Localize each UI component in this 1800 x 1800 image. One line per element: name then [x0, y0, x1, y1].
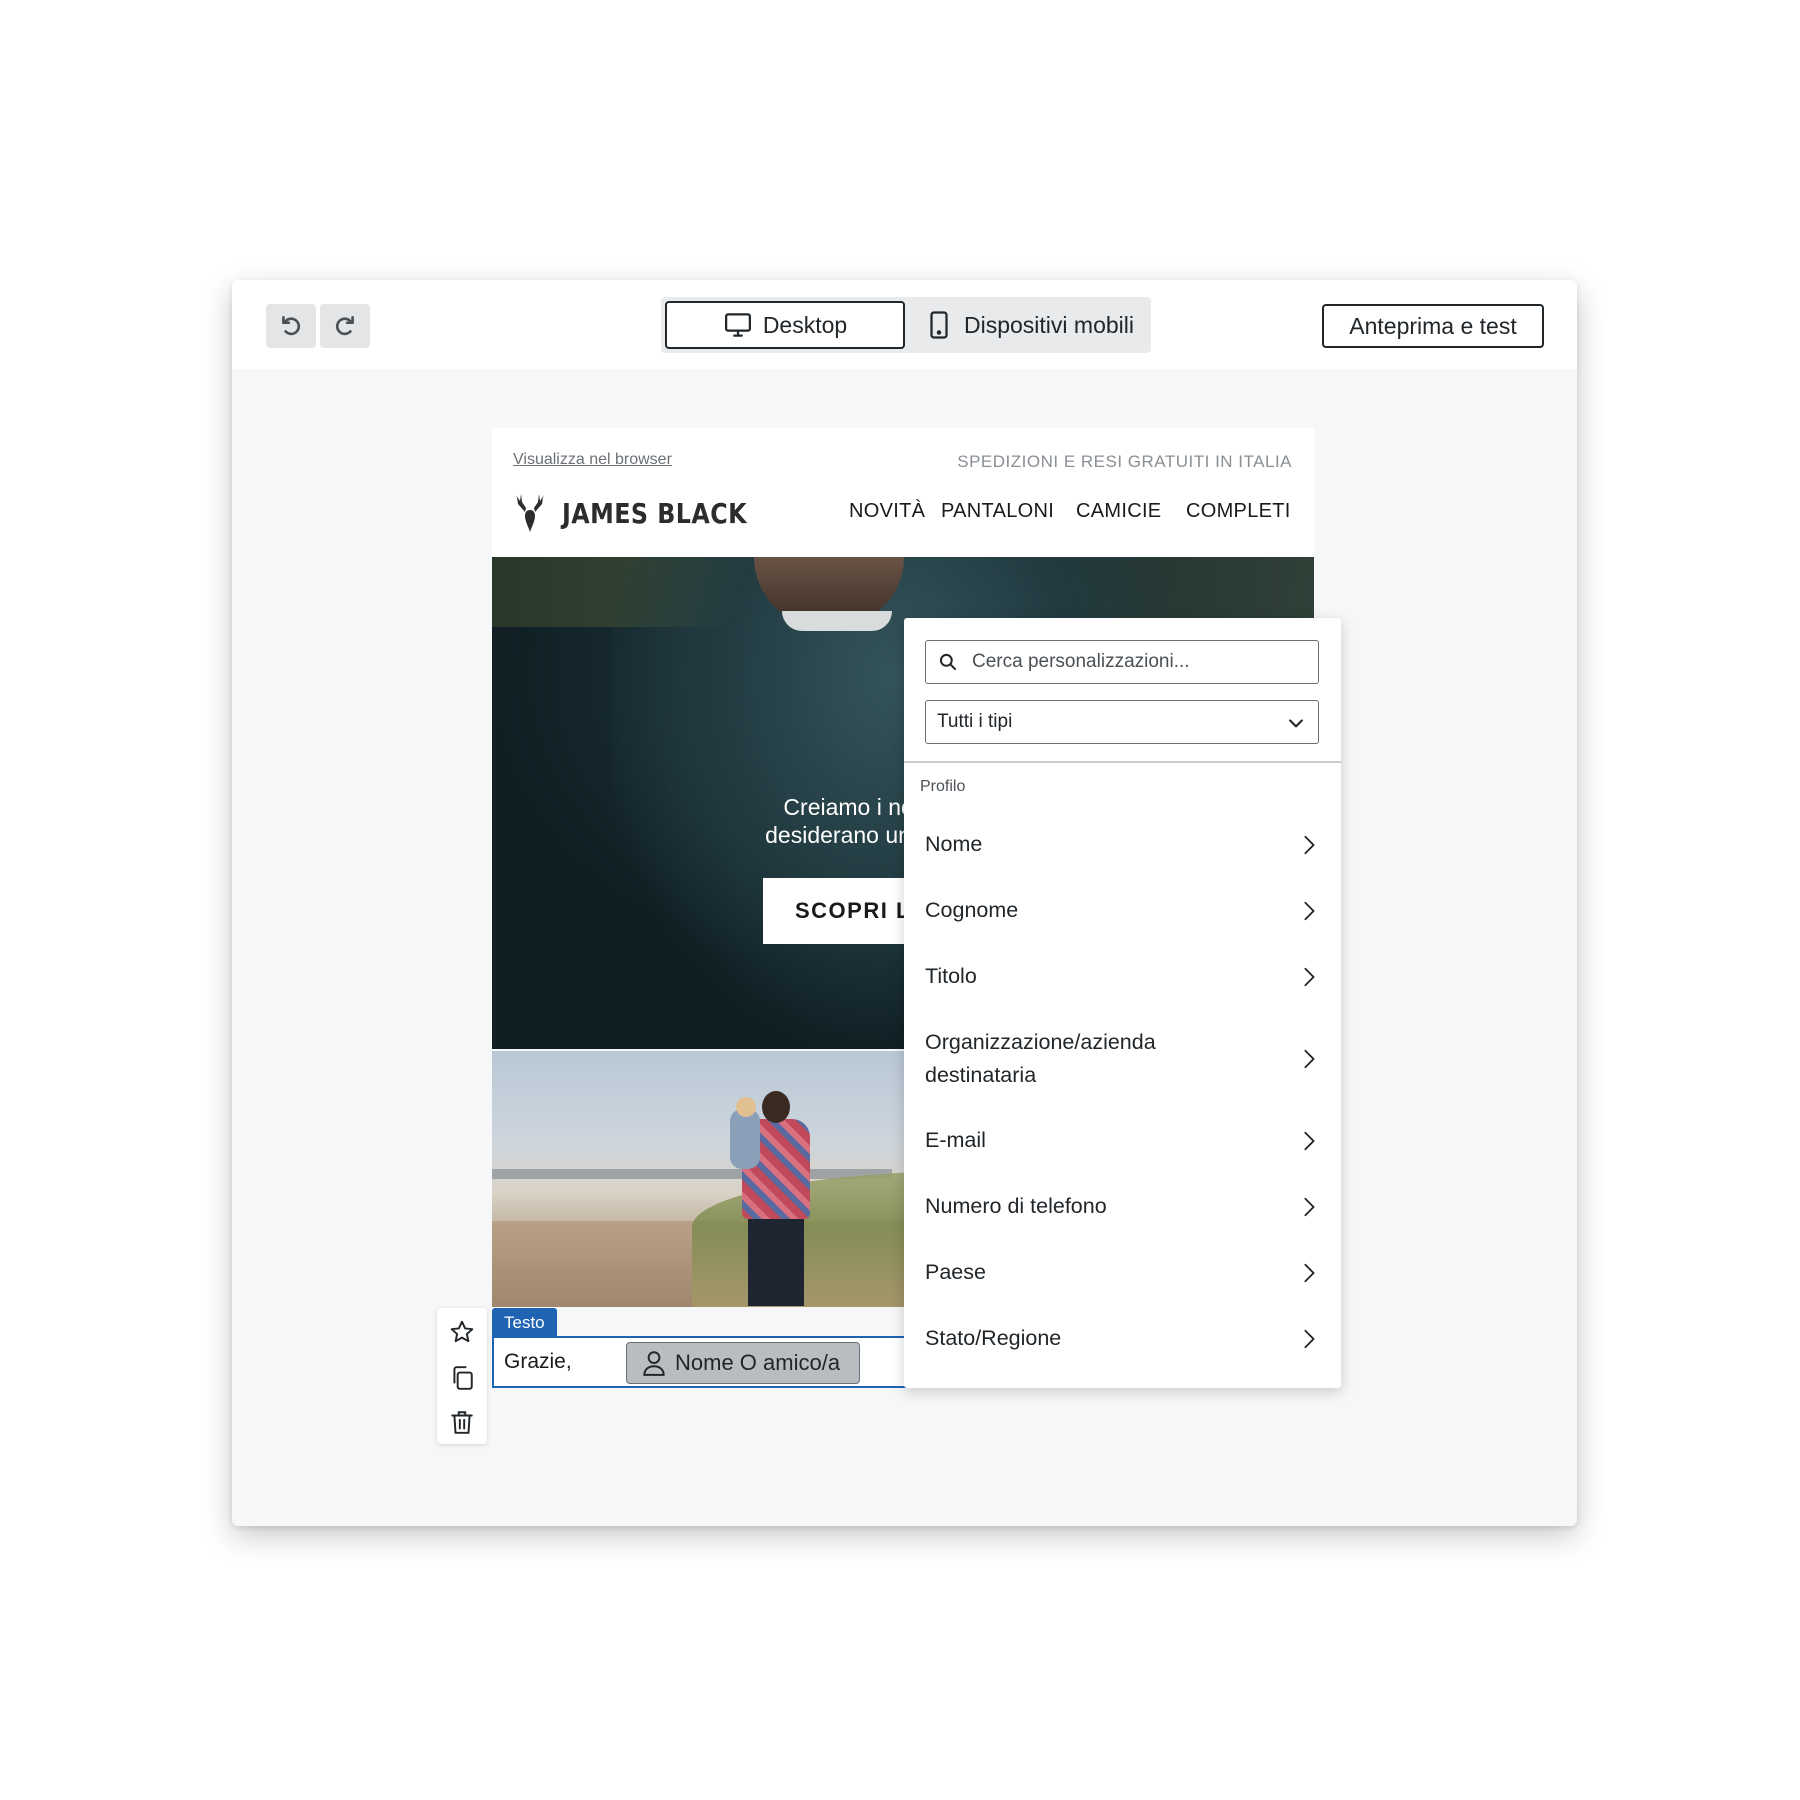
- type-filter-select[interactable]: Tutti i tipi: [925, 700, 1319, 744]
- merge-tag-label: Nome O amico/a: [675, 1350, 841, 1375]
- personalization-item-paese[interactable]: Paese: [925, 1256, 1320, 1289]
- merge-tag-chip[interactable]: Nome O amico/a: [626, 1342, 860, 1384]
- mobile-icon: [930, 311, 948, 339]
- block-actions-toolbar: [437, 1308, 487, 1444]
- view-in-browser-link[interactable]: Visualizza nel browser: [513, 451, 672, 469]
- chevron-right-icon: [1304, 1049, 1315, 1069]
- personalization-item-label: Organizzazione/azienda destinataria: [925, 1030, 1156, 1087]
- block-type-tag: Testo: [492, 1308, 557, 1338]
- desktop-view-button[interactable]: Desktop: [665, 301, 905, 349]
- selected-text-block[interactable]: Grazie, Nome O amico/a: [492, 1336, 922, 1388]
- hero-shirt-collar: [782, 611, 892, 631]
- undo-icon: [282, 316, 301, 336]
- desktop-icon: [724, 313, 751, 337]
- search-icon: [939, 653, 957, 671]
- shipping-note: SPEDIZIONI E RESI GRATUITI IN ITALIA: [957, 452, 1292, 471]
- photo-child-head: [736, 1097, 756, 1117]
- trash-icon: [451, 1411, 473, 1434]
- chevron-right-icon: [1304, 967, 1315, 986]
- chevron-right-icon: [1304, 901, 1315, 920]
- nav-item-camicie[interactable]: CAMICIE: [1076, 500, 1161, 523]
- personalization-item-label: Nome: [925, 832, 983, 856]
- nav-item-novita[interactable]: NOVITÀ: [849, 500, 925, 523]
- personalization-item-stato-regione[interactable]: Stato/Regione: [925, 1322, 1320, 1355]
- stag-icon: [516, 494, 544, 532]
- redo-button[interactable]: [320, 304, 370, 348]
- photo-child: [730, 1109, 760, 1169]
- view-mode-toggle: Desktop Dispositivi mobili: [661, 297, 1151, 353]
- email-editor-window: Desktop Dispositivi mobili Anteprima e t…: [232, 280, 1577, 1526]
- personalization-item-label: Stato/Regione: [925, 1326, 1062, 1350]
- personalization-search-input[interactable]: [972, 651, 1302, 673]
- mobile-view-button[interactable]: Dispositivi mobili: [911, 301, 1147, 349]
- preview-and-test-button[interactable]: Anteprima e test: [1322, 304, 1544, 348]
- chevron-right-icon: [1304, 1131, 1315, 1150]
- personalization-item-cognome[interactable]: Cognome: [925, 894, 1320, 927]
- personalization-item-nome[interactable]: Nome: [925, 828, 1320, 861]
- brand-logo[interactable]: JAMES BLACK: [512, 492, 780, 534]
- text-block-content: Grazie,: [504, 1350, 572, 1373]
- chevron-right-icon: [1304, 1263, 1315, 1282]
- email-header: Visualizza nel browser SPEDIZIONI E RESI…: [492, 428, 1314, 557]
- redo-icon: [335, 316, 354, 336]
- duplicate-block-button[interactable]: [449, 1364, 475, 1392]
- personalization-item-titolo[interactable]: Titolo: [925, 960, 1320, 993]
- person-icon: [643, 1351, 665, 1376]
- personalization-search[interactable]: [925, 640, 1319, 684]
- personalization-item-label: Numero di telefono: [925, 1194, 1107, 1218]
- personalization-item-email[interactable]: E-mail: [925, 1124, 1320, 1157]
- delete-block-button[interactable]: [449, 1408, 475, 1436]
- personalization-item-label: Titolo: [925, 964, 977, 988]
- chevron-right-icon: [1304, 1329, 1315, 1348]
- dropdown-divider: [904, 761, 1341, 763]
- chevron-right-icon: [1304, 1197, 1315, 1216]
- chevron-down-icon: [1289, 719, 1303, 728]
- type-filter-value: Tutti i tipi: [937, 711, 1013, 732]
- personalization-item-label: Paese: [925, 1260, 986, 1284]
- brand-name: JAMES BLACK: [562, 496, 747, 530]
- save-block-button[interactable]: [449, 1318, 475, 1346]
- star-icon: [450, 1320, 474, 1343]
- personalization-dropdown: Tutti i tipi Profilo Nome Cognome Titolo…: [904, 618, 1341, 1388]
- personalization-item-label: E-mail: [925, 1128, 986, 1152]
- nav-item-completi[interactable]: COMPLETI: [1186, 500, 1291, 523]
- undo-button[interactable]: [266, 304, 316, 348]
- personalization-item-organizzazione[interactable]: Organizzazione/azienda destinataria: [925, 1026, 1320, 1092]
- section-label-profilo: Profilo: [920, 778, 966, 795]
- chevron-right-icon: [1304, 835, 1315, 854]
- editor-toolbar: Desktop Dispositivi mobili Anteprima e t…: [232, 280, 1577, 369]
- photo-man-head: [762, 1091, 790, 1123]
- desktop-label: Desktop: [762, 311, 848, 338]
- personalization-item-label: Cognome: [925, 898, 1019, 922]
- mobile-label: Dispositivi mobili: [964, 311, 1134, 338]
- duplicate-icon: [453, 1366, 473, 1390]
- personalization-item-telefono[interactable]: Numero di telefono: [925, 1190, 1320, 1223]
- photo-man-legs: [748, 1216, 804, 1306]
- nav-item-pantaloni[interactable]: PANTALONI: [941, 500, 1054, 523]
